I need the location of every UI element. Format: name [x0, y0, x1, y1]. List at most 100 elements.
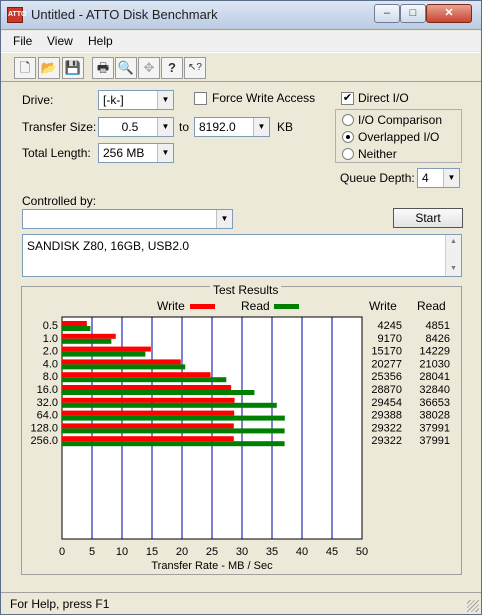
to-label: to: [179, 120, 190, 134]
kb-label: KB: [277, 120, 294, 134]
read-bar: [62, 415, 285, 421]
x-tick-label: 15: [146, 546, 158, 558]
print-preview-icon[interactable]: 🔍: [115, 57, 137, 79]
x-tick-label: 40: [296, 546, 308, 558]
write-bar: [62, 397, 235, 403]
write-value-label: 4245: [378, 320, 402, 332]
open-folder-icon[interactable]: 📂: [38, 57, 60, 79]
write-value-label: 15170: [371, 346, 402, 358]
description-scrollbar[interactable]: ▲ ▼: [445, 235, 461, 276]
x-tick-label: 10: [116, 546, 128, 558]
total-length-select[interactable]: 256 MB ▼: [98, 143, 174, 163]
read-value-label: 14229: [419, 346, 450, 358]
help-icon[interactable]: ?: [161, 57, 183, 79]
total-length-value: 256 MB: [103, 146, 145, 160]
transfer-size-to-select[interactable]: 8192.0 ▼: [194, 117, 270, 137]
window-title: Untitled - ATTO Disk Benchmark: [31, 7, 218, 22]
drive-value: [-k-]: [103, 93, 124, 107]
queue-depth-select[interactable]: 4 ▼: [417, 168, 460, 188]
y-tick-label: 1.0: [43, 333, 58, 345]
test-results-group: Test Results Write Read Write Read 0 5 10 1…: [21, 283, 462, 575]
print-icon[interactable]: 🖶: [92, 57, 114, 79]
x-tick-label: 35: [266, 546, 278, 558]
new-document-icon[interactable]: 🗋: [14, 57, 36, 79]
transfer-size-from-select[interactable]: 0.5 ▼: [98, 117, 174, 137]
write-value-label: 29454: [371, 397, 402, 409]
y-tick-label: 128.0: [30, 422, 58, 434]
resize-grip-icon[interactable]: [467, 600, 479, 612]
menu-help[interactable]: Help: [88, 34, 113, 48]
maximize-button[interactable]: □: [400, 4, 426, 23]
total-length-label: Total Length:: [22, 146, 91, 160]
read-value-label: 37991: [419, 435, 450, 447]
y-tick-label: 256.0: [30, 435, 58, 447]
chevron-down-icon[interactable]: ▼: [157, 118, 173, 136]
io-comparison-label: I/O Comparison: [358, 113, 443, 127]
read-bar: [62, 364, 186, 370]
description-textarea[interactable]: SANDISK Z80, 16GB, USB2.0 ▲ ▼: [22, 234, 462, 277]
write-bar: [62, 333, 116, 339]
x-tick-label: 0: [59, 546, 65, 558]
read-value-label: 32840: [419, 384, 450, 396]
chevron-down-icon[interactable]: ▼: [253, 118, 269, 136]
y-tick-label: 8.0: [43, 371, 58, 383]
read-bar: [62, 377, 227, 383]
read-value-label: 4851: [426, 320, 450, 332]
minimize-button[interactable]: –: [374, 4, 400, 23]
write-bar: [62, 436, 234, 442]
chevron-down-icon[interactable]: ▼: [157, 144, 173, 162]
controlled-by-select[interactable]: ▼: [22, 209, 233, 229]
write-bar: [62, 346, 151, 352]
io-comparison-radio[interactable]: [342, 114, 354, 126]
chevron-down-icon[interactable]: ▼: [443, 169, 459, 187]
y-tick-label: 4.0: [43, 358, 58, 370]
neither-radio[interactable]: [342, 148, 354, 160]
menu-view[interactable]: View: [47, 34, 73, 48]
y-tick-label: 0.5: [43, 320, 58, 332]
read-value-label: 21030: [419, 358, 450, 370]
drive-select[interactable]: [-k-] ▼: [98, 90, 174, 110]
force-write-label: Force Write Access: [212, 91, 316, 105]
context-help-icon[interactable]: ↖?: [184, 57, 206, 79]
queue-depth-label: Queue Depth:: [340, 171, 415, 185]
write-value-label: 9170: [378, 333, 402, 345]
menu-file-label: File: [13, 34, 33, 48]
read-bar: [62, 338, 112, 344]
write-value-label: 28870: [371, 384, 402, 396]
menu-bar: File View Help: [1, 31, 481, 51]
controlled-by-label: Controlled by:: [22, 194, 97, 208]
menu-help-label: Help: [88, 34, 113, 48]
x-tick-label: 50: [356, 546, 368, 558]
chevron-down-icon[interactable]: ▼: [157, 91, 173, 109]
direct-io-label: Direct I/O: [358, 91, 409, 105]
direct-io-checkbox[interactable]: ✔: [341, 92, 354, 105]
close-button[interactable]: ✕: [426, 4, 472, 23]
scroll-up-icon[interactable]: ▲: [446, 235, 461, 249]
write-bar: [62, 372, 211, 378]
title-bar[interactable]: ATTO Untitled - ATTO Disk Benchmark – □ …: [1, 1, 481, 30]
x-tick-label: 20: [176, 546, 188, 558]
atto-app-icon[interactable]: ATTO: [7, 7, 26, 23]
toolbar: 🗋 📂 💾 🖶 🔍 ✥ ? ↖?: [1, 52, 481, 82]
write-value-label: 20277: [371, 358, 402, 370]
write-bar: [62, 385, 232, 390]
write-bar: [62, 359, 181, 365]
save-icon[interactable]: 💾: [62, 57, 84, 79]
scroll-down-icon[interactable]: ▼: [446, 262, 461, 276]
read-value-label: 36653: [419, 397, 450, 409]
chevron-down-icon[interactable]: ▼: [216, 210, 232, 228]
overlapped-io-radio[interactable]: [342, 131, 354, 143]
menu-file[interactable]: File: [13, 34, 32, 48]
force-write-checkbox[interactable]: [194, 92, 207, 105]
transfer-from-value: 0.5: [121, 120, 139, 134]
x-axis-label: Transfer Rate - MB / Sec: [151, 560, 273, 572]
move-icon[interactable]: ✥: [138, 57, 160, 79]
write-bar: [62, 321, 87, 326]
x-tick-label: 45: [326, 546, 338, 558]
start-button[interactable]: Start: [393, 208, 463, 228]
transfer-rate-chart: 0 5 10 15 20 25 30 35 40 45 50 Transfer Rate - MB /…: [30, 316, 450, 572]
read-value-label: 28041: [419, 371, 450, 383]
read-value-label: 37991: [419, 422, 450, 434]
menu-view-label: View: [47, 34, 73, 48]
x-tick-label: 25: [206, 546, 218, 558]
